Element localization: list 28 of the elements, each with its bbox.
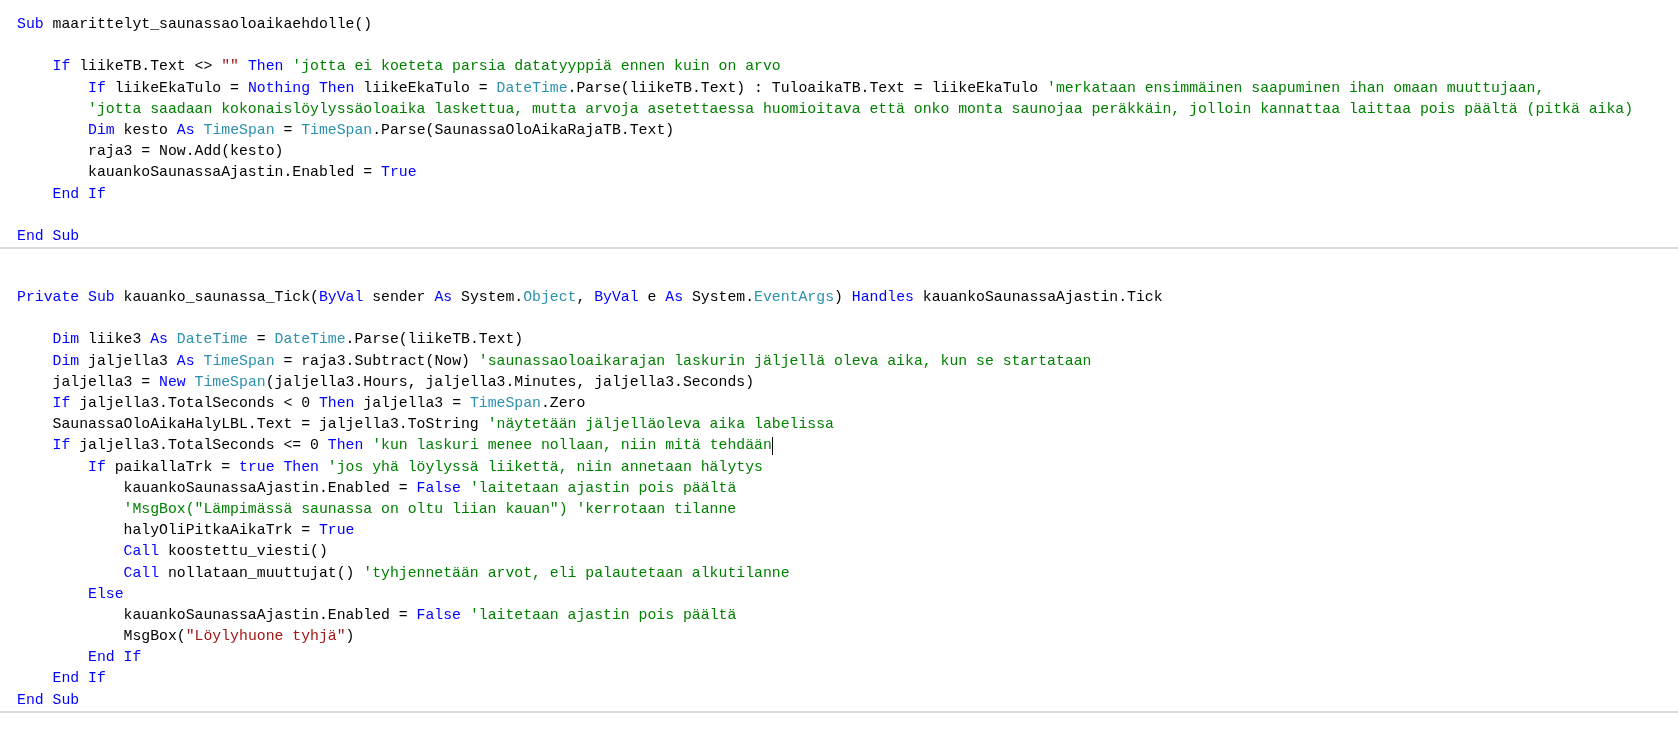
- code-line: End If: [51, 184, 106, 204]
- code-line: Private Sub kauanko_saunassa_Tick(ByVal sender As System.Object, ByVal e As System.EventArgs) Handles kauankoSaunassaAjastin.Tick: [17, 288, 1163, 308]
- code-line: SaunassaOloAikaHalyLBL.Text = jaljella3.ToString 'näytetään jäljelläoleva aika labelissa: [51, 415, 834, 435]
- code-line: End Sub: [17, 690, 80, 710]
- code-line: halyOliPitkaAikaTrk = True: [122, 521, 355, 541]
- code-line: kauankoSaunassaAjastin.Enabled = False 'laitetaan ajastin pois päältä: [122, 605, 737, 625]
- code-line: If jaljella3.TotalSeconds <= 0 Then 'kun laskuri menee nollaan, niin mitä tehdään: [51, 436, 772, 456]
- code-line: jaljella3 = New TimeSpan(jaljella3.Hours, jaljella3.Minutes, jaljella3.Seconds): [51, 372, 755, 392]
- code-line: If liikeTB.Text <> "" Then 'jotta ei koeteta parsia datatyyppiä ennen kuin on arvo: [51, 57, 781, 77]
- code-line: Call nollataan_muuttujat() 'tyhjennetään arvot, eli palautetaan alkutilanne: [122, 563, 790, 583]
- code-line: 'jotta saadaan kokonaislöylyssäoloaika laskettua, mutta arvoja asetettaessa huomioitava että onko monta saunojaa peräkkäin, jolloin kannattaa laittaa pois päältä (pitkä aika): [87, 99, 1634, 119]
- code-line: 'MsgBox("Lämpimässä saunassa on oltu liian kauan") 'kerrotaan tilanne: [122, 499, 737, 519]
- code-line: If paikallaTrk = true Then 'jos yhä löylyssä liikettä, niin annetaan hälytys: [87, 457, 763, 477]
- code-line: End If: [87, 648, 142, 668]
- code-line: End Sub: [17, 226, 80, 246]
- code-line: raja3 = Now.Add(kesto): [87, 142, 284, 162]
- code-line: If jaljella3.TotalSeconds < 0 Then jaljella3 = TimeSpan.Zero: [51, 394, 586, 413]
- code-line: End If: [51, 669, 106, 689]
- code-line: Dim liike3 As DateTime = DateTime.Parse(liikeTB.Text): [51, 330, 524, 350]
- code-line: MsgBox("Löylyhuone tyhjä"): [122, 627, 355, 647]
- code-line: kauankoSaunassaAjastin.Enabled = False 'laitetaan ajastin pois päältä: [122, 478, 737, 498]
- code-line: Dim kesto As TimeSpan = TimeSpan.Parse(SaunassaOloAikaRajaTB.Text): [87, 120, 675, 140]
- code-line: If liikeEkaTulo = Nothing Then liikeEkaTulo = DateTime.Parse(liikeTB.Text) : TuloaikaTB.Text = liikeEkaTulo 'merkataan ensimmäinen saapuminen ihan omaan muuttujaan,: [87, 78, 1545, 98]
- code-line: Sub maarittelyt_saunassaoloaikaehdolle(): [17, 15, 373, 34]
- code-line: kauankoSaunassaAjastin.Enabled = True: [87, 163, 417, 183]
- code-line: Else: [87, 584, 124, 604]
- code-line: Call koostettu_viesti(): [122, 542, 328, 562]
- code-line: Dim jaljella3 As TimeSpan = raja3.Subtract(Now) 'saunassaoloaikarajan laskurin jäljellä oleva aika, kun se startataan: [51, 351, 1092, 371]
